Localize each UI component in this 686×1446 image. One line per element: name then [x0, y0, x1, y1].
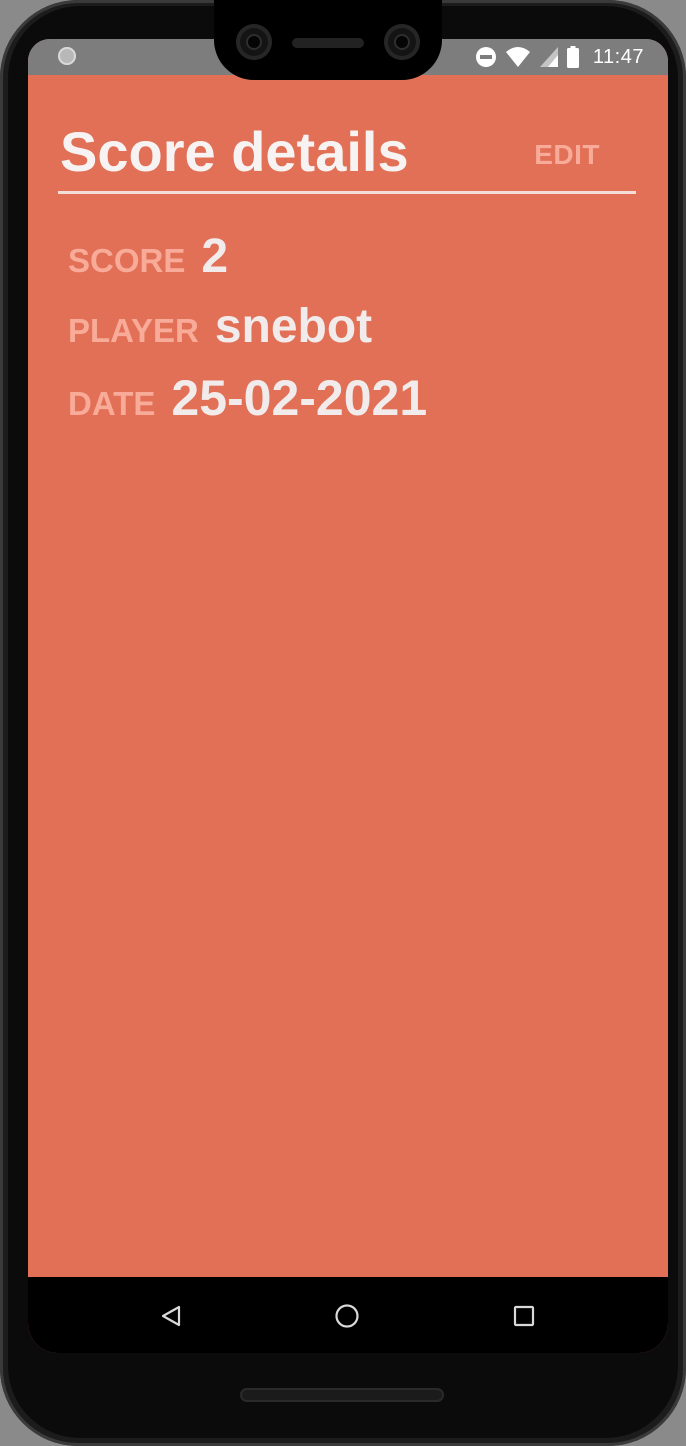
date-row: DATE 25-02-2021 [68, 369, 427, 439]
date-label: DATE [68, 385, 156, 422]
status-icons: 11:47 [475, 44, 644, 70]
battery-icon [566, 46, 579, 68]
phone-bezel: 11:47 Score details EDIT SCORE 2 PLAYER sn… [8, 0, 678, 1438]
screen: 11:47 Score details EDIT SCORE 2 PLAYER sn… [28, 39, 668, 1353]
player-row: PLAYER snebot [68, 299, 427, 369]
page-title: Score details [60, 120, 409, 183]
recents-icon[interactable] [509, 1301, 539, 1331]
earpiece-speaker [292, 38, 364, 48]
signal-icon [539, 46, 559, 68]
wifi-icon [505, 46, 531, 68]
edit-button[interactable]: EDIT [534, 139, 600, 171]
header: Score details EDIT [58, 117, 636, 194]
do-not-disturb-icon [475, 46, 497, 68]
notification-dot-icon [58, 47, 76, 65]
phone-frame: 11:47 Score details EDIT SCORE 2 PLAYER sn… [0, 0, 686, 1446]
player-value: snebot [214, 300, 373, 353]
navigation-bar [28, 1277, 668, 1353]
back-icon[interactable] [156, 1301, 186, 1331]
score-value: 2 [201, 230, 229, 283]
home-icon[interactable] [332, 1301, 362, 1331]
date-value: 25-02-2021 [171, 370, 428, 426]
score-details: SCORE 2 PLAYER snebot DATE 25-02-2021 [68, 229, 427, 439]
score-label: SCORE [68, 242, 186, 279]
front-camera-icon [384, 24, 420, 60]
camera-notch [214, 0, 442, 80]
bottom-speaker-grille [240, 1388, 444, 1402]
player-label: PLAYER [68, 312, 199, 349]
score-row: SCORE 2 [68, 229, 427, 299]
front-camera-icon [236, 24, 272, 60]
status-time: 11:47 [592, 45, 644, 68]
